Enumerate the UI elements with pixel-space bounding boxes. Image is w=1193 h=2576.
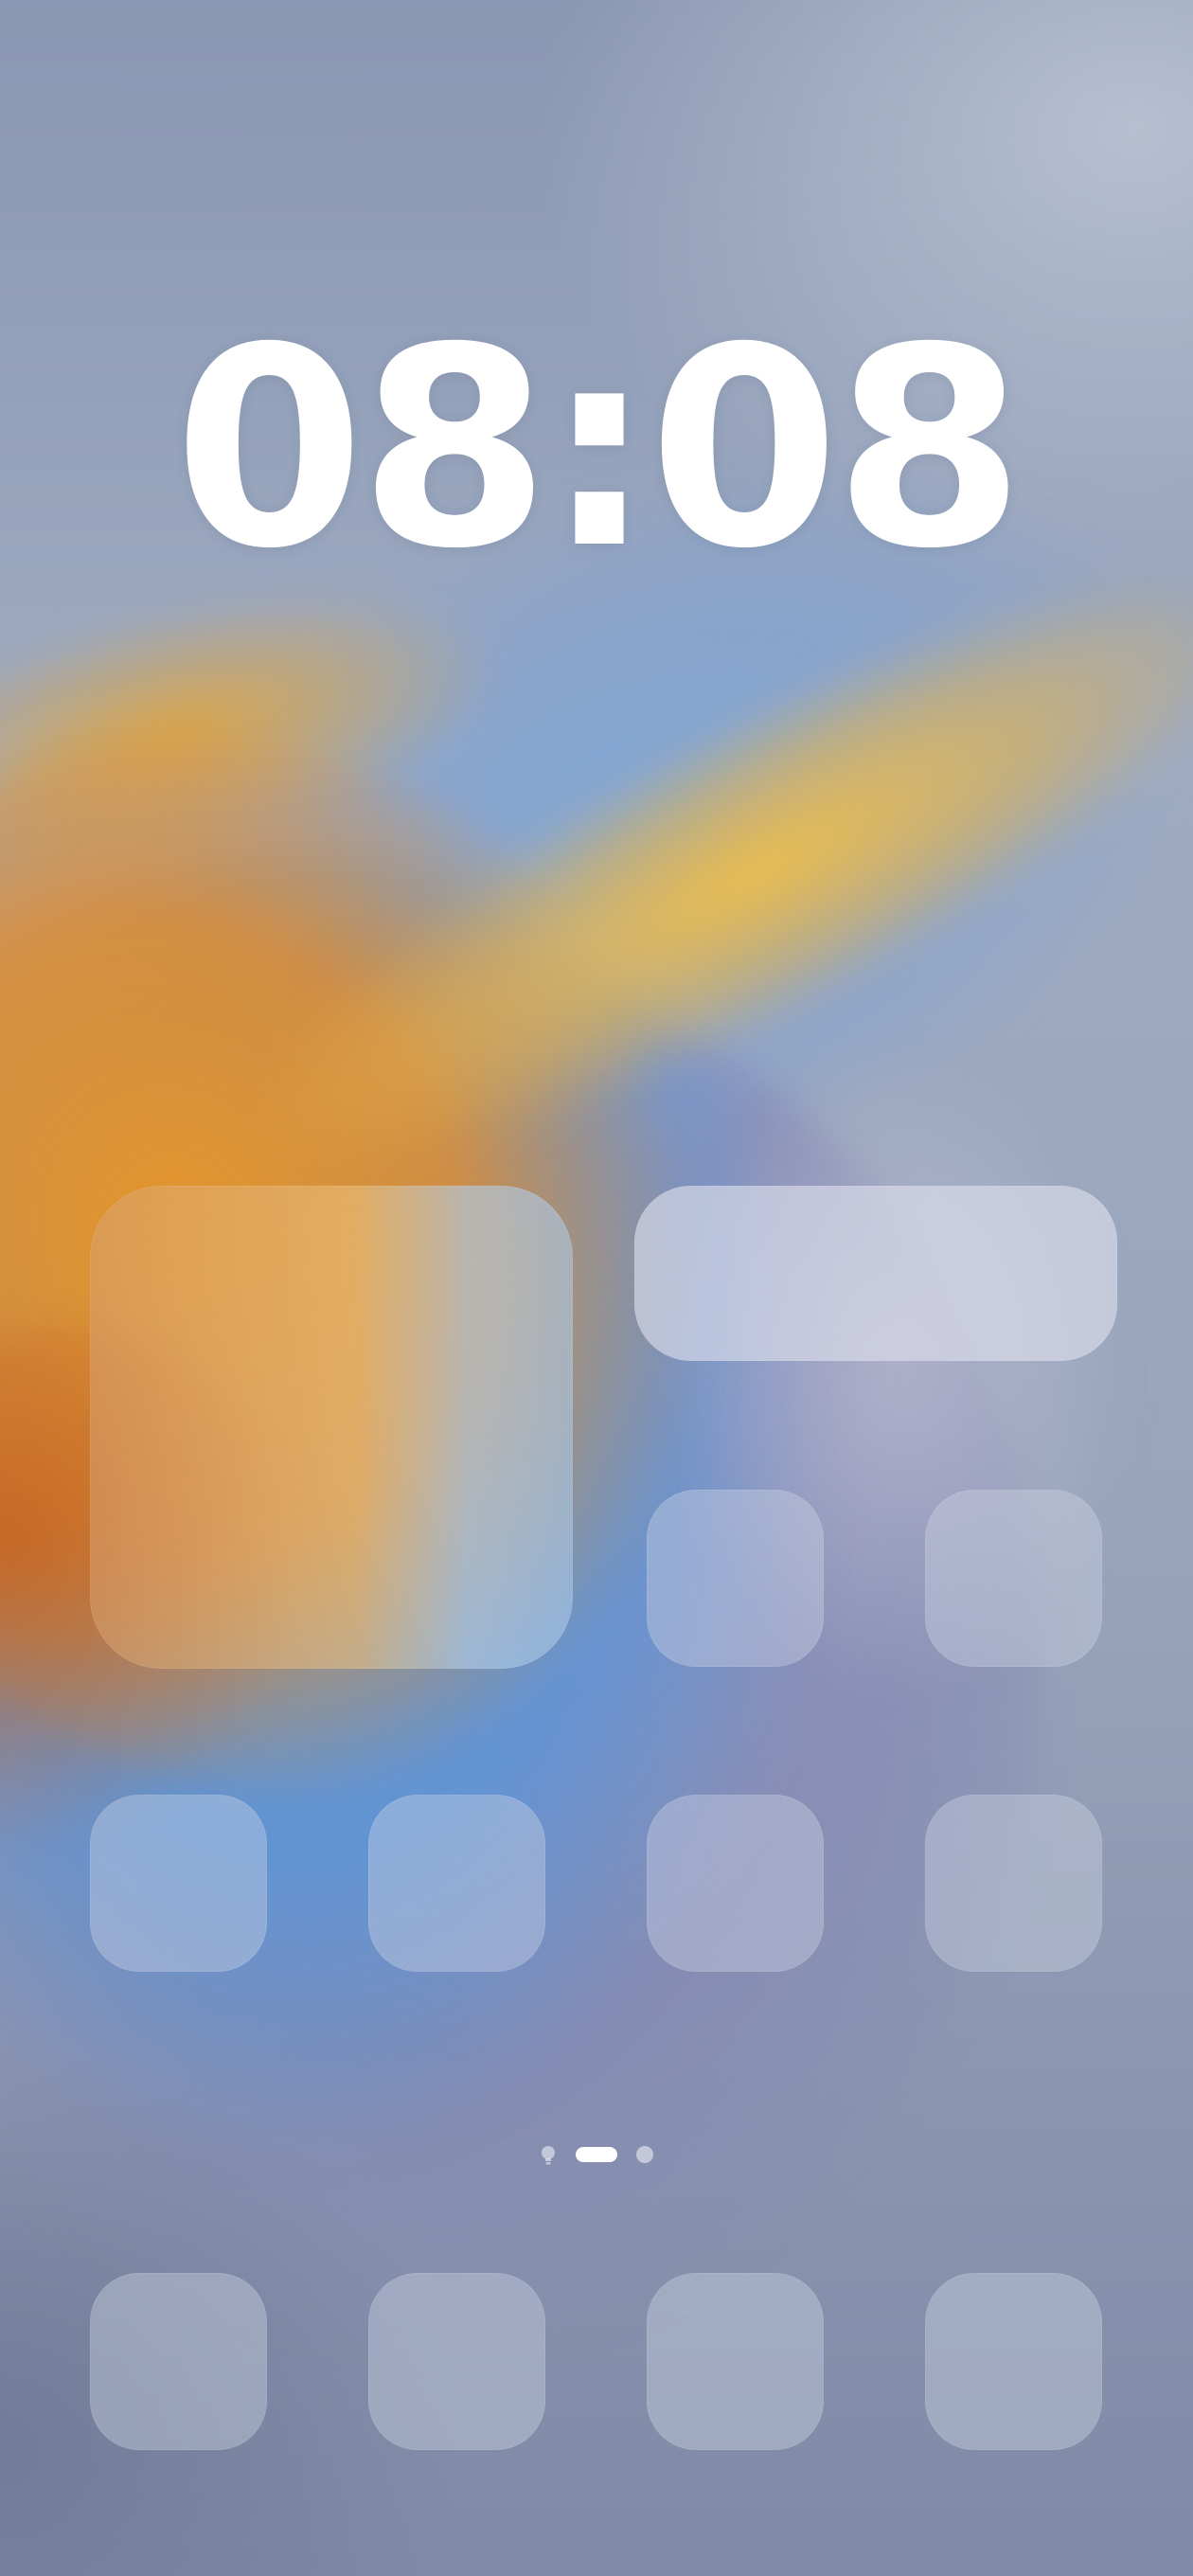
dock-icon-slot[interactable] xyxy=(368,2273,545,2450)
app-icon-slot[interactable] xyxy=(647,1490,824,1667)
page-indicator[interactable] xyxy=(530,2142,663,2167)
dock-icon-slot[interactable] xyxy=(90,2273,267,2450)
app-icon-slot[interactable] xyxy=(90,1795,267,1972)
page-dot-active[interactable] xyxy=(576,2147,617,2162)
widget-large[interactable] xyxy=(90,1186,573,1669)
app-icon-slot[interactable] xyxy=(925,1490,1102,1667)
lightbulb-icon xyxy=(542,2146,555,2165)
app-icon-slot[interactable] xyxy=(368,1795,545,1972)
app-icon-slot[interactable] xyxy=(647,1795,824,1972)
app-icon-slot[interactable] xyxy=(925,1795,1102,1972)
clock-time: 08:08 xyxy=(173,290,1024,609)
widget-wide[interactable] xyxy=(634,1186,1117,1361)
dock-icon-slot[interactable] xyxy=(925,2273,1102,2450)
page-dot[interactable] xyxy=(636,2146,653,2163)
dock-icon-slot[interactable] xyxy=(647,2273,824,2450)
